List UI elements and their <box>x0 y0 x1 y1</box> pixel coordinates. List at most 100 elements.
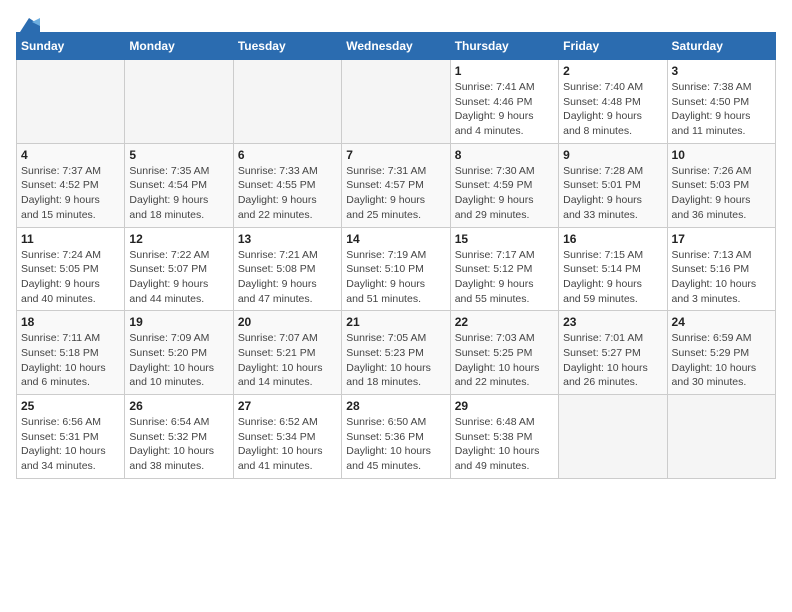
day-info: Sunrise: 7:40 AM Sunset: 4:48 PM Dayligh… <box>563 80 662 139</box>
calendar-header-cell: Sunday <box>17 33 125 60</box>
day-info: Sunrise: 7:09 AM Sunset: 5:20 PM Dayligh… <box>129 331 228 390</box>
calendar-header-cell: Monday <box>125 33 233 60</box>
calendar-cell: 17 Sunrise: 7:13 AM Sunset: 5:16 PM Dayli… <box>667 227 775 311</box>
day-number: 7 <box>346 148 445 162</box>
day-number: 9 <box>563 148 662 162</box>
calendar-cell: 21 Sunrise: 7:05 AM Sunset: 5:23 PM Dayli… <box>342 311 450 395</box>
day-info: Sunrise: 7:26 AM Sunset: 5:03 PM Dayligh… <box>672 164 771 223</box>
day-number: 21 <box>346 315 445 329</box>
calendar-week-row: 1 Sunrise: 7:41 AM Sunset: 4:46 PM Daylig… <box>17 60 776 144</box>
day-number: 25 <box>21 399 120 413</box>
day-info: Sunrise: 7:13 AM Sunset: 5:16 PM Dayligh… <box>672 248 771 307</box>
calendar-cell: 14 Sunrise: 7:19 AM Sunset: 5:10 PM Dayli… <box>342 227 450 311</box>
day-number: 11 <box>21 232 120 246</box>
day-info: Sunrise: 7:22 AM Sunset: 5:07 PM Dayligh… <box>129 248 228 307</box>
day-number: 20 <box>238 315 337 329</box>
day-number: 13 <box>238 232 337 246</box>
day-info: Sunrise: 7:15 AM Sunset: 5:14 PM Dayligh… <box>563 248 662 307</box>
day-info: Sunrise: 7:07 AM Sunset: 5:21 PM Dayligh… <box>238 331 337 390</box>
day-number: 1 <box>455 64 554 78</box>
header <box>16 16 776 28</box>
day-number: 14 <box>346 232 445 246</box>
calendar-cell <box>559 395 667 479</box>
calendar-cell: 18 Sunrise: 7:11 AM Sunset: 5:18 PM Dayli… <box>17 311 125 395</box>
day-info: Sunrise: 7:19 AM Sunset: 5:10 PM Dayligh… <box>346 248 445 307</box>
day-info: Sunrise: 7:03 AM Sunset: 5:25 PM Dayligh… <box>455 331 554 390</box>
day-info: Sunrise: 7:31 AM Sunset: 4:57 PM Dayligh… <box>346 164 445 223</box>
calendar-cell: 12Sunrise: 7:22 AM Sunset: 5:07 PM Dayli… <box>125 227 233 311</box>
day-number: 3 <box>672 64 771 78</box>
day-info: Sunrise: 6:52 AM Sunset: 5:34 PM Dayligh… <box>238 415 337 474</box>
day-number: 18 <box>21 315 120 329</box>
day-number: 29 <box>455 399 554 413</box>
calendar-cell: 11Sunrise: 7:24 AM Sunset: 5:05 PM Dayli… <box>17 227 125 311</box>
day-info: Sunrise: 7:01 AM Sunset: 5:27 PM Dayligh… <box>563 331 662 390</box>
day-number: 19 <box>129 315 228 329</box>
calendar-header-row: SundayMondayTuesdayWednesdayThursdayFrid… <box>17 33 776 60</box>
day-info: Sunrise: 7:05 AM Sunset: 5:23 PM Dayligh… <box>346 331 445 390</box>
day-number: 22 <box>455 315 554 329</box>
day-number: 17 <box>672 232 771 246</box>
calendar-cell: 25Sunrise: 6:56 AM Sunset: 5:31 PM Dayli… <box>17 395 125 479</box>
day-info: Sunrise: 7:11 AM Sunset: 5:18 PM Dayligh… <box>21 331 120 390</box>
calendar-cell: 16 Sunrise: 7:15 AM Sunset: 5:14 PM Dayli… <box>559 227 667 311</box>
day-number: 2 <box>563 64 662 78</box>
logo-icon <box>18 16 40 34</box>
calendar-cell: 26 Sunrise: 6:54 AM Sunset: 5:32 PM Dayli… <box>125 395 233 479</box>
calendar-cell: 20 Sunrise: 7:07 AM Sunset: 5:21 PM Dayli… <box>233 311 341 395</box>
calendar-body: 1 Sunrise: 7:41 AM Sunset: 4:46 PM Daylig… <box>17 60 776 479</box>
day-info: Sunrise: 7:38 AM Sunset: 4:50 PM Dayligh… <box>672 80 771 139</box>
calendar-cell <box>125 60 233 144</box>
day-info: Sunrise: 6:50 AM Sunset: 5:36 PM Dayligh… <box>346 415 445 474</box>
calendar-cell: 27Sunrise: 6:52 AM Sunset: 5:34 PM Dayli… <box>233 395 341 479</box>
calendar-cell: 4 Sunrise: 7:37 AM Sunset: 4:52 PM Daylig… <box>17 143 125 227</box>
day-info: Sunrise: 7:41 AM Sunset: 4:46 PM Dayligh… <box>455 80 554 139</box>
day-number: 28 <box>346 399 445 413</box>
calendar-cell: 19 Sunrise: 7:09 AM Sunset: 5:20 PM Dayli… <box>125 311 233 395</box>
day-number: 8 <box>455 148 554 162</box>
day-info: Sunrise: 7:35 AM Sunset: 4:54 PM Dayligh… <box>129 164 228 223</box>
day-number: 4 <box>21 148 120 162</box>
day-info: Sunrise: 6:54 AM Sunset: 5:32 PM Dayligh… <box>129 415 228 474</box>
day-info: Sunrise: 7:37 AM Sunset: 4:52 PM Dayligh… <box>21 164 120 223</box>
calendar-cell <box>233 60 341 144</box>
calendar-cell: 8 Sunrise: 7:30 AM Sunset: 4:59 PM Daylig… <box>450 143 558 227</box>
day-number: 26 <box>129 399 228 413</box>
calendar-cell: 1 Sunrise: 7:41 AM Sunset: 4:46 PM Daylig… <box>450 60 558 144</box>
calendar-table: SundayMondayTuesdayWednesdayThursdayFrid… <box>16 32 776 479</box>
calendar-cell: 7 Sunrise: 7:31 AM Sunset: 4:57 PM Daylig… <box>342 143 450 227</box>
day-info: Sunrise: 7:33 AM Sunset: 4:55 PM Dayligh… <box>238 164 337 223</box>
day-number: 6 <box>238 148 337 162</box>
calendar-cell: 28 Sunrise: 6:50 AM Sunset: 5:36 PM Dayli… <box>342 395 450 479</box>
calendar-cell: 15 Sunrise: 7:17 AM Sunset: 5:12 PM Dayli… <box>450 227 558 311</box>
calendar-cell: 5Sunrise: 7:35 AM Sunset: 4:54 PM Daylig… <box>125 143 233 227</box>
calendar-cell: 24Sunrise: 6:59 AM Sunset: 5:29 PM Dayli… <box>667 311 775 395</box>
day-info: Sunrise: 6:48 AM Sunset: 5:38 PM Dayligh… <box>455 415 554 474</box>
day-info: Sunrise: 7:28 AM Sunset: 5:01 PM Dayligh… <box>563 164 662 223</box>
day-number: 23 <box>563 315 662 329</box>
calendar-cell: 2 Sunrise: 7:40 AM Sunset: 4:48 PM Daylig… <box>559 60 667 144</box>
calendar-cell: 3 Sunrise: 7:38 AM Sunset: 4:50 PM Daylig… <box>667 60 775 144</box>
calendar-cell: 6 Sunrise: 7:33 AM Sunset: 4:55 PM Daylig… <box>233 143 341 227</box>
day-number: 10 <box>672 148 771 162</box>
day-info: Sunrise: 7:30 AM Sunset: 4:59 PM Dayligh… <box>455 164 554 223</box>
calendar-cell: 9 Sunrise: 7:28 AM Sunset: 5:01 PM Daylig… <box>559 143 667 227</box>
calendar-cell <box>667 395 775 479</box>
calendar-week-row: 11Sunrise: 7:24 AM Sunset: 5:05 PM Dayli… <box>17 227 776 311</box>
calendar-cell: 23 Sunrise: 7:01 AM Sunset: 5:27 PM Dayli… <box>559 311 667 395</box>
calendar-header-cell: Friday <box>559 33 667 60</box>
day-number: 15 <box>455 232 554 246</box>
calendar-week-row: 4 Sunrise: 7:37 AM Sunset: 4:52 PM Daylig… <box>17 143 776 227</box>
calendar-header-cell: Wednesday <box>342 33 450 60</box>
day-info: Sunrise: 7:17 AM Sunset: 5:12 PM Dayligh… <box>455 248 554 307</box>
calendar-cell: 13 Sunrise: 7:21 AM Sunset: 5:08 PM Dayli… <box>233 227 341 311</box>
calendar-cell <box>17 60 125 144</box>
day-info: Sunrise: 7:21 AM Sunset: 5:08 PM Dayligh… <box>238 248 337 307</box>
calendar-header-cell: Tuesday <box>233 33 341 60</box>
day-number: 24 <box>672 315 771 329</box>
calendar-cell: 29 Sunrise: 6:48 AM Sunset: 5:38 PM Dayli… <box>450 395 558 479</box>
calendar-header-cell: Thursday <box>450 33 558 60</box>
day-number: 16 <box>563 232 662 246</box>
calendar-cell: 10 Sunrise: 7:26 AM Sunset: 5:03 PM Dayli… <box>667 143 775 227</box>
calendar-week-row: 18 Sunrise: 7:11 AM Sunset: 5:18 PM Dayli… <box>17 311 776 395</box>
